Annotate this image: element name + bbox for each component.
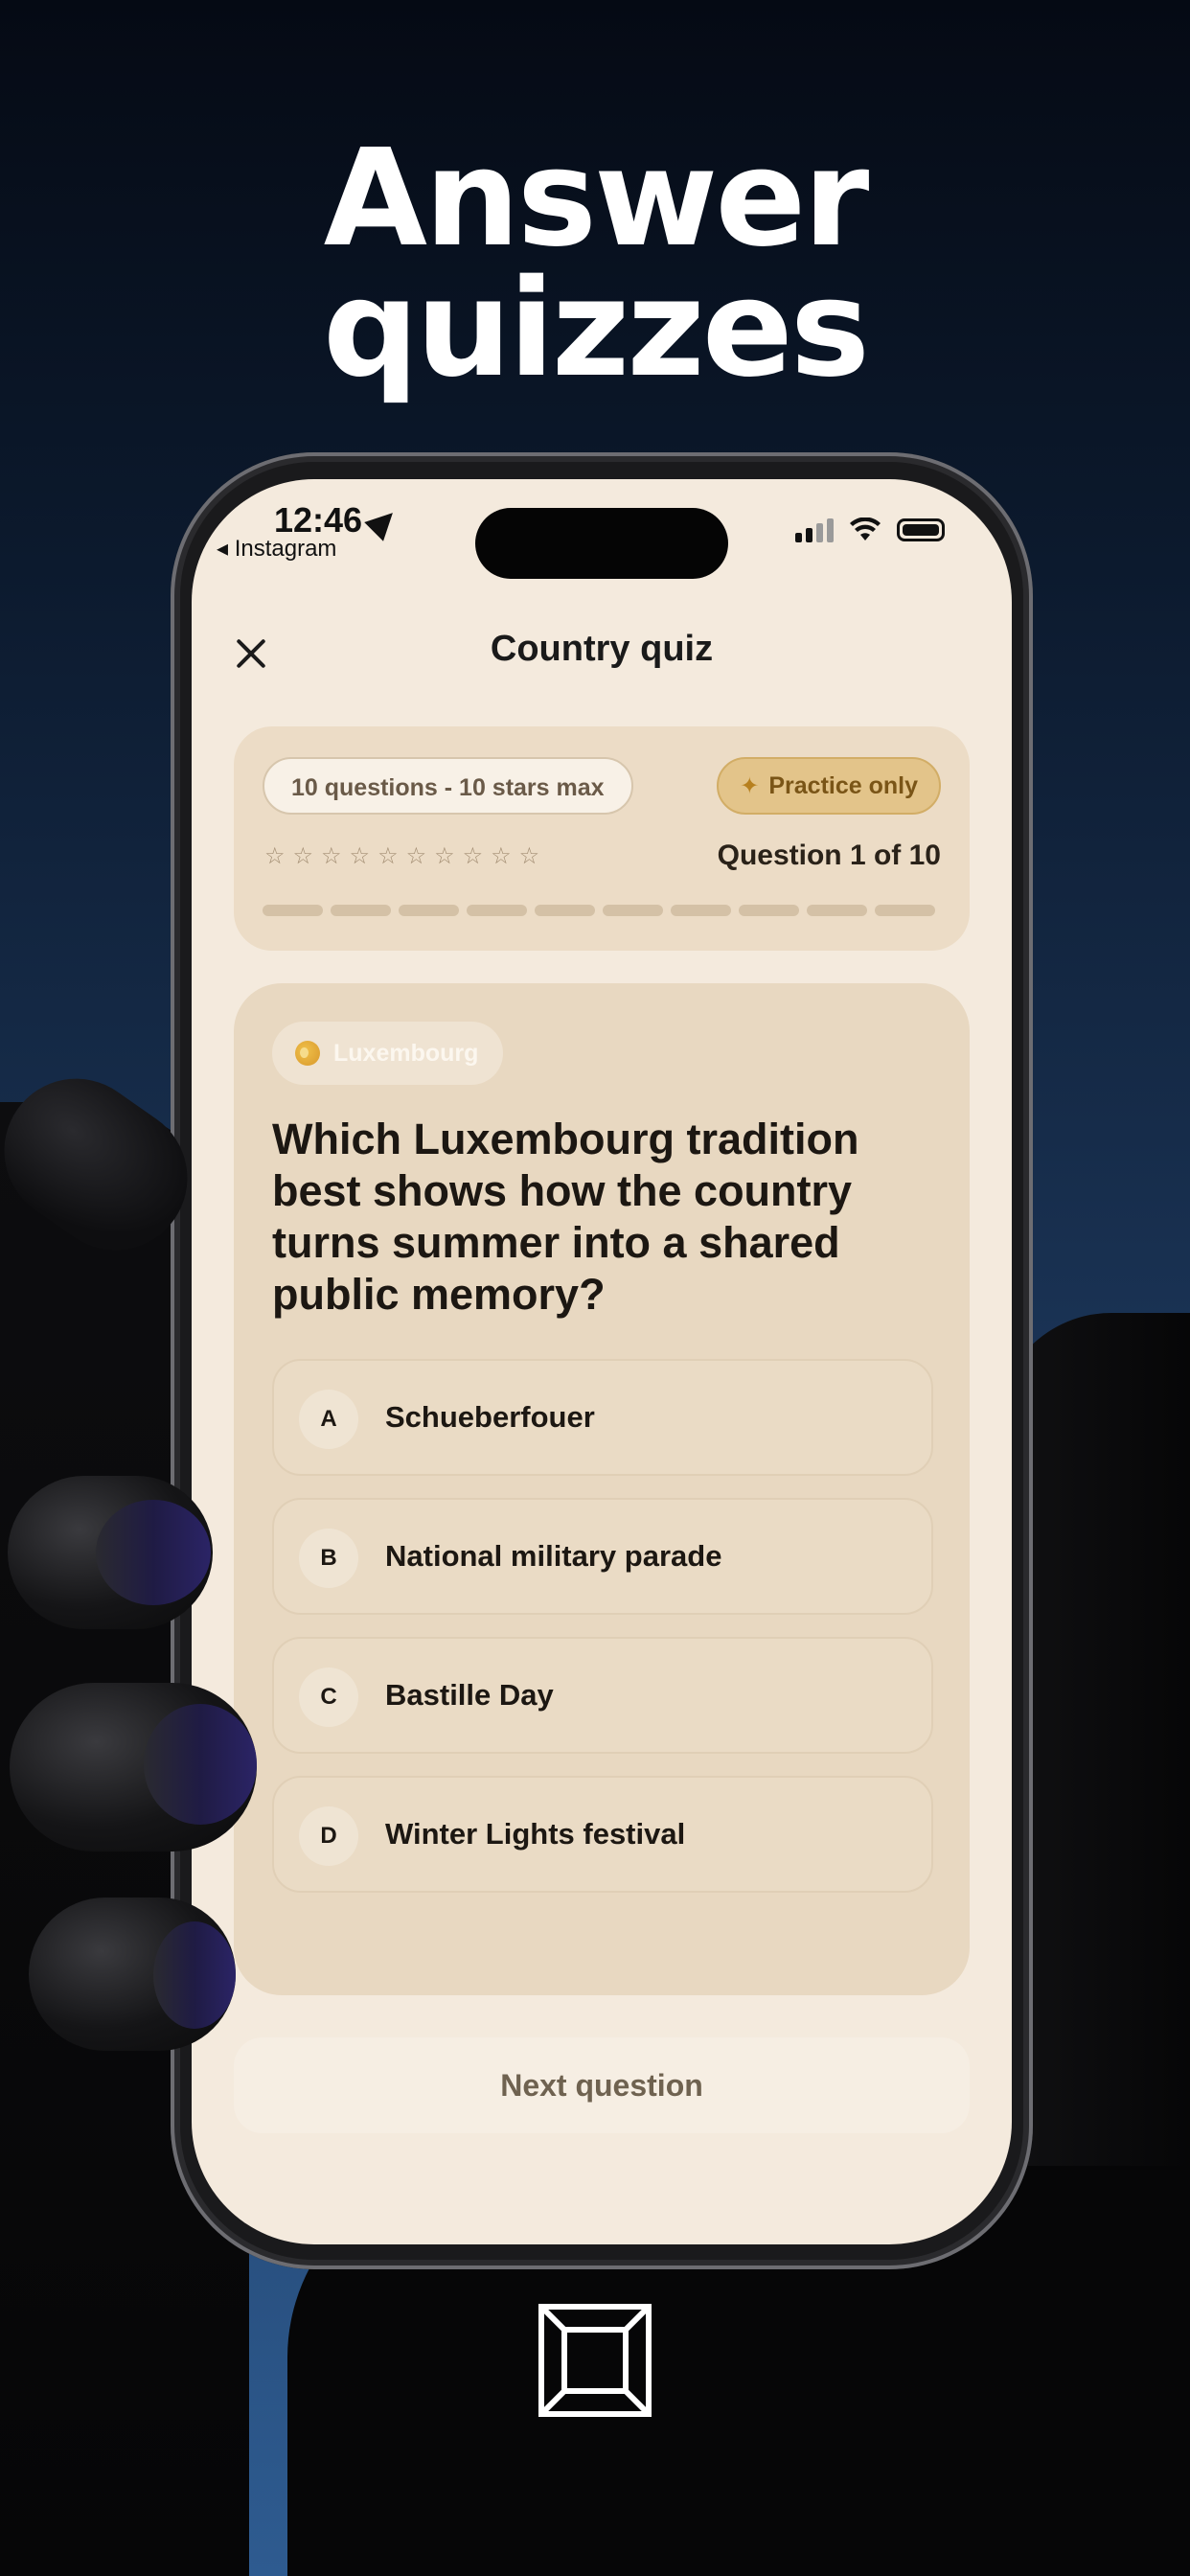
answer-option-a[interactable]: A Schueberfouer — [272, 1359, 933, 1476]
star-icon: ☆ — [405, 843, 427, 869]
battery-icon — [897, 518, 945, 541]
star-icon: ☆ — [264, 843, 286, 869]
star-icon: ☆ — [349, 843, 371, 869]
star-icon: ☆ — [462, 843, 484, 869]
location-arrow-icon — [364, 503, 402, 542]
star-icon: ☆ — [292, 843, 314, 869]
fingernail-2 — [96, 1500, 211, 1605]
practice-only-label: Practice only — [768, 772, 918, 799]
star-icon: ☆ — [491, 843, 512, 869]
option-letter: D — [299, 1806, 358, 1866]
option-letter: B — [299, 1529, 358, 1588]
star-icon: ☆ — [321, 843, 342, 869]
next-question-button[interactable]: Next question — [234, 2037, 970, 2133]
country-chip: Luxembourg — [272, 1022, 504, 1085]
brand-logo-icon — [538, 2304, 652, 2417]
fingernail-3 — [144, 1704, 257, 1825]
question-counter: Question 1 of 10 — [717, 840, 941, 871]
star-icon: ☆ — [518, 843, 540, 869]
phone-screen: 12:46 ◂ Instagram Country quiz 10 questi… — [192, 479, 1012, 2244]
progress-segments — [263, 905, 935, 916]
page-title: Country quiz — [490, 629, 714, 669]
country-label: Luxembourg — [333, 1039, 479, 1067]
signal-icon — [795, 518, 834, 542]
practice-only-pill: ✦ Practice only — [717, 757, 941, 815]
option-text: Bastille Day — [385, 1678, 554, 1712]
option-text: Winter Lights festival — [385, 1817, 686, 1851]
option-letter: C — [299, 1668, 358, 1727]
progress-segment — [467, 905, 527, 916]
progress-segment — [875, 905, 935, 916]
option-text: National military parade — [385, 1539, 722, 1573]
questions-info-pill: 10 questions - 10 stars max — [263, 757, 633, 815]
progress-segment — [671, 905, 731, 916]
headline-line-2: quizzes — [322, 251, 870, 407]
option-letter: A — [299, 1390, 358, 1449]
question-text: Which Luxembourg tradition best shows ho… — [272, 1115, 859, 1319]
headline-line-1: Answer — [323, 121, 870, 277]
progress-segment — [535, 905, 595, 916]
wifi-icon — [850, 518, 881, 540]
progress-segment — [331, 905, 391, 916]
progress-segment — [263, 905, 323, 916]
answer-option-b[interactable]: B National military parade — [272, 1498, 933, 1615]
dynamic-island — [475, 508, 728, 579]
status-time-text: 12:46 — [274, 500, 363, 540]
progress-segment — [399, 905, 459, 916]
stars-row: ☆ ☆ ☆ ☆ ☆ ☆ ☆ ☆ ☆ ☆ — [264, 843, 539, 870]
sparkle-icon: ✦ — [740, 773, 760, 799]
answer-option-d[interactable]: D Winter Lights festival — [272, 1776, 933, 1893]
option-text: Schueberfouer — [385, 1400, 595, 1434]
progress-segment — [739, 905, 799, 916]
star-icon: ☆ — [378, 843, 399, 869]
system-icons — [795, 518, 945, 542]
headline: Answer quizzes — [0, 121, 1190, 407]
question-card: Luxembourg Which Luxembourg tradition be… — [234, 983, 970, 1995]
progress-card: 10 questions - 10 stars max ✦ Practice on… — [234, 726, 970, 951]
answer-option-c[interactable]: C Bastille Day — [272, 1637, 933, 1754]
progress-segment — [807, 905, 867, 916]
fingernail-4 — [153, 1921, 236, 2029]
globe-icon — [295, 1041, 320, 1066]
back-to-app-link[interactable]: ◂ Instagram — [217, 535, 336, 563]
star-icon: ☆ — [434, 843, 455, 869]
progress-segment — [603, 905, 663, 916]
